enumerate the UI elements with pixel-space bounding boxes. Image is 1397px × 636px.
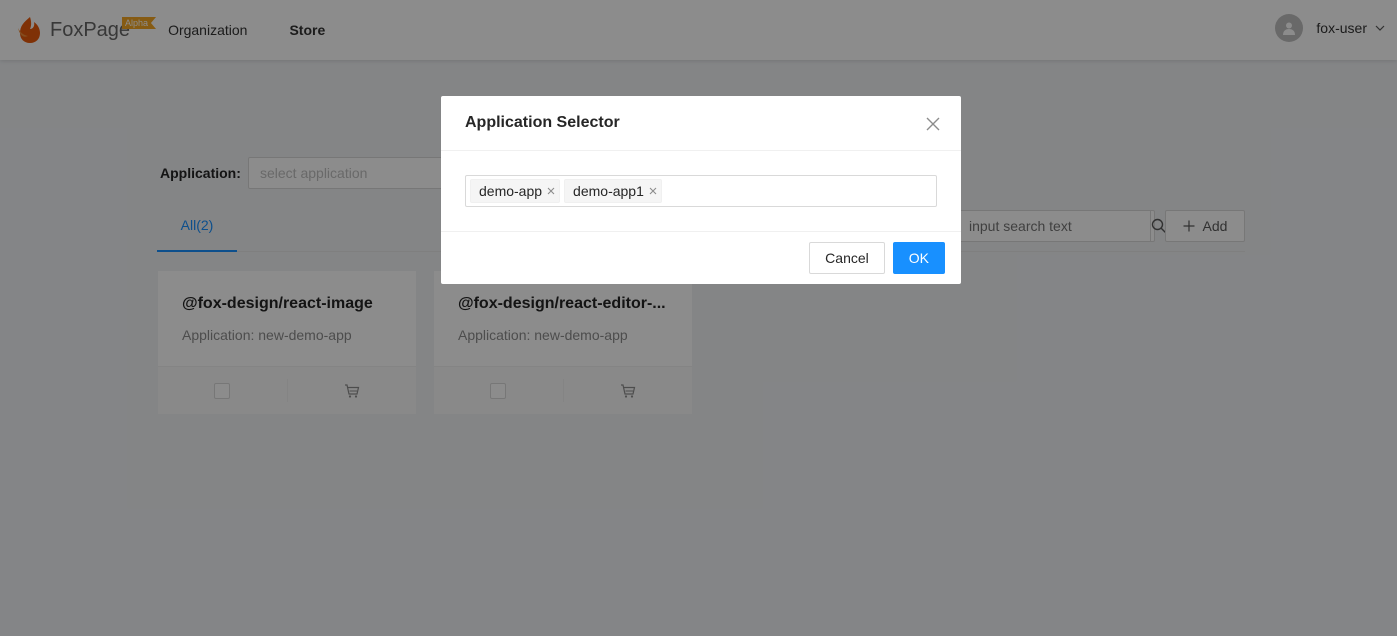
ok-button[interactable]: OK <box>892 242 945 274</box>
close-icon <box>547 187 555 195</box>
selected-tag: demo-app1 <box>564 179 662 203</box>
application-multi-select[interactable]: demo-app demo-app1 <box>465 175 937 207</box>
tag-remove-button[interactable] <box>649 187 657 195</box>
close-button[interactable] <box>923 114 943 134</box>
modal-title: Application Selector <box>465 114 620 131</box>
selected-tag: demo-app <box>470 179 561 203</box>
modal-body: demo-app demo-app1 <box>441 151 961 232</box>
modal-header: Application Selector <box>441 96 961 151</box>
tag-remove-button[interactable] <box>547 187 555 195</box>
application-selector-modal: Application Selector demo-app demo-app1 <box>441 96 961 284</box>
close-icon <box>926 117 940 131</box>
close-icon <box>649 187 657 195</box>
tag-label: demo-app <box>479 183 543 199</box>
tag-label: demo-app1 <box>573 183 644 199</box>
modal-footer: Cancel OK <box>441 232 961 284</box>
cancel-button[interactable]: Cancel <box>809 242 885 274</box>
